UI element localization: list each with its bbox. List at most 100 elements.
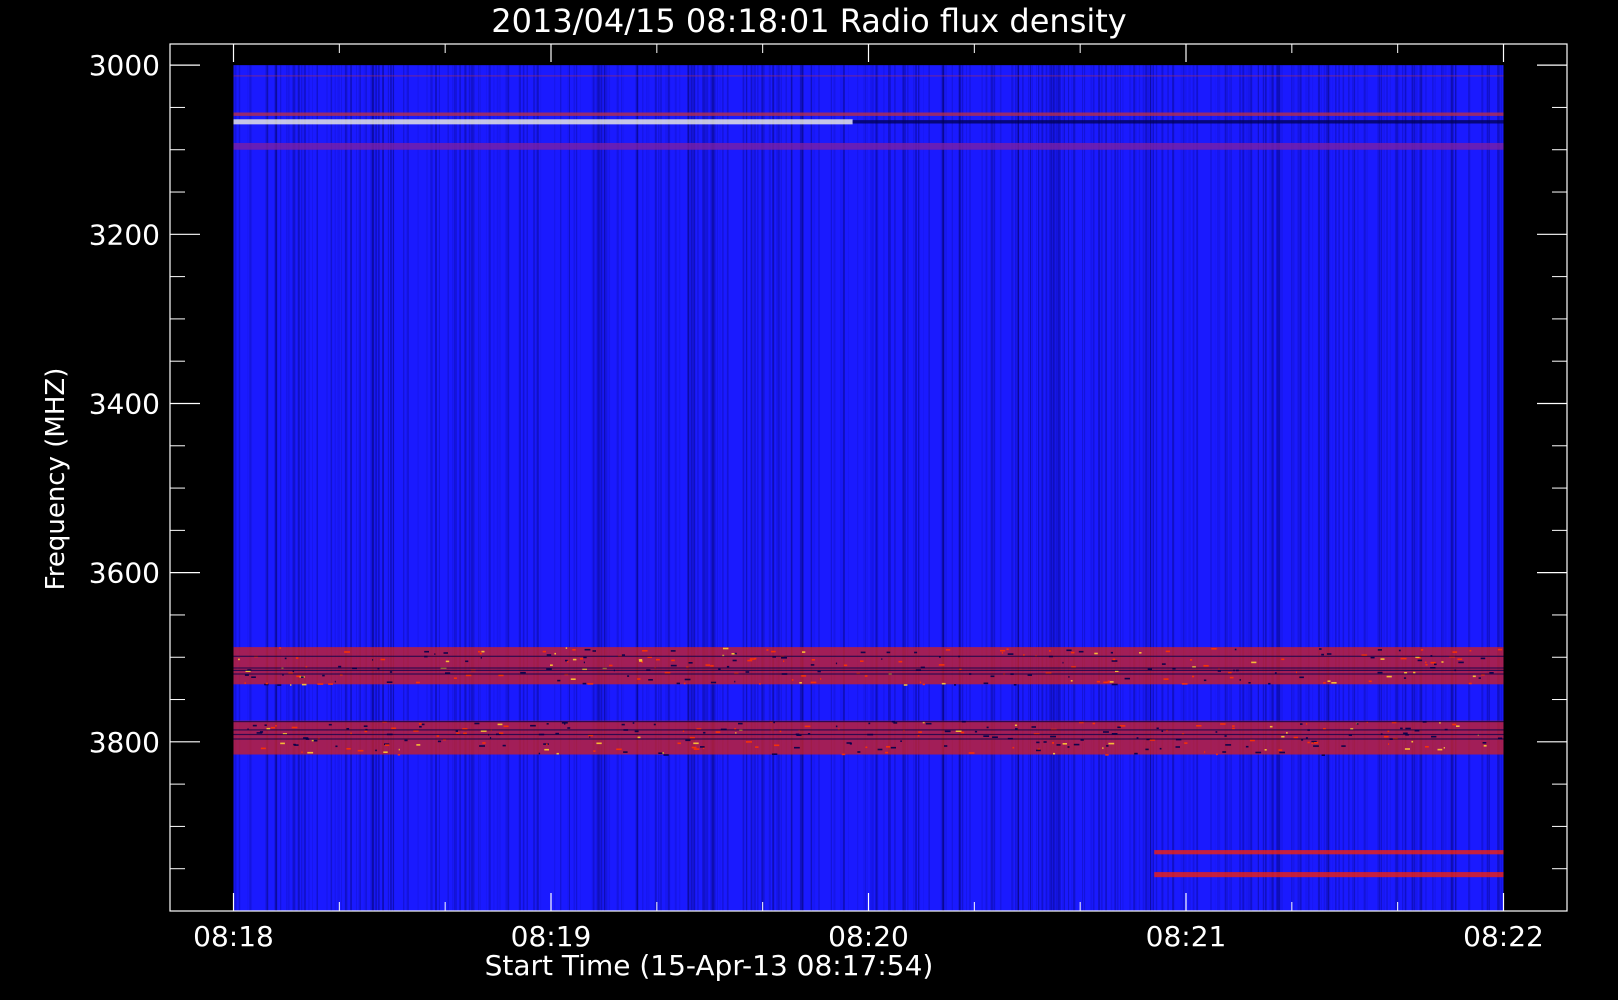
- band-speckle: [1232, 725, 1235, 727]
- time-streak: [810, 65, 812, 911]
- time-streak: [286, 65, 288, 911]
- time-streak: [710, 65, 712, 911]
- time-streak: [890, 65, 891, 911]
- band-speckle: [914, 651, 918, 654]
- time-streak: [902, 65, 904, 911]
- band-speckle: [1234, 648, 1237, 651]
- time-streak: [635, 65, 638, 911]
- time-streak: [1272, 65, 1274, 911]
- band-speckle: [1147, 668, 1152, 670]
- band-speckle: [992, 736, 998, 738]
- time-streak: [1502, 65, 1504, 911]
- band-speckle: [1497, 648, 1503, 651]
- time-streak: [790, 65, 793, 911]
- band-speckle: [1092, 722, 1096, 725]
- band-speckle: [1139, 652, 1142, 654]
- time-streak: [249, 65, 251, 911]
- band-speckle: [386, 681, 393, 683]
- band-speckle: [1377, 649, 1382, 651]
- time-streak: [554, 65, 556, 911]
- band-speckle: [954, 684, 957, 686]
- band-speckle: [1286, 732, 1288, 734]
- band-speckle: [1096, 680, 1100, 683]
- band-speckle: [502, 744, 506, 747]
- band-speckle: [416, 744, 421, 746]
- band-speckle: [364, 730, 368, 733]
- band-speckle: [1268, 682, 1271, 685]
- time-streak: [592, 65, 594, 911]
- band-speckle: [638, 659, 643, 661]
- band-speckle: [270, 726, 275, 729]
- time-streak: [1342, 65, 1345, 911]
- time-streak: [813, 65, 816, 911]
- band-speckle: [572, 658, 577, 661]
- time-streak: [294, 65, 297, 911]
- time-streak: [928, 65, 929, 911]
- band-speckle: [944, 745, 948, 747]
- time-streak: [274, 65, 277, 911]
- band-speckle: [691, 746, 697, 749]
- band-speckle: [1145, 748, 1149, 751]
- band-speckle: [1255, 751, 1262, 754]
- band-speckle: [1014, 724, 1018, 727]
- band-speckle: [317, 683, 324, 685]
- frequency-band: [233, 119, 853, 125]
- band-speckle: [1264, 749, 1267, 751]
- band-separator: [233, 738, 1504, 740]
- band-speckle: [587, 683, 594, 685]
- time-streak: [1214, 65, 1216, 911]
- band-speckle: [1225, 744, 1232, 746]
- band-speckle: [1404, 748, 1410, 750]
- time-streak: [1188, 65, 1190, 911]
- time-streak: [1101, 65, 1103, 911]
- time-streak: [605, 65, 608, 911]
- time-streak: [599, 65, 601, 911]
- band-speckle: [893, 722, 898, 724]
- time-streak: [621, 65, 623, 911]
- time-streak: [1133, 65, 1135, 911]
- band-speckle: [986, 726, 989, 729]
- band-speckle: [1062, 743, 1067, 745]
- band-speckle: [771, 753, 778, 755]
- band-speckle: [391, 727, 397, 730]
- band-speckle: [1211, 648, 1217, 650]
- band-speckle: [582, 682, 587, 685]
- band-speckle: [1425, 664, 1428, 666]
- time-streak: [1152, 65, 1154, 911]
- time-streak: [350, 65, 352, 911]
- time-streak: [1040, 65, 1043, 911]
- band-speckle: [434, 653, 436, 655]
- band-speckle: [530, 724, 536, 727]
- time-streak: [1114, 65, 1116, 911]
- band-speckle: [589, 736, 591, 738]
- band-speckle: [478, 650, 481, 653]
- band-speckle: [1249, 739, 1255, 742]
- time-streak: [687, 65, 689, 911]
- time-streak: [1031, 65, 1033, 911]
- band-speckle: [1326, 653, 1332, 655]
- time-streak: [238, 65, 240, 911]
- time-streak: [316, 65, 318, 911]
- band-speckle: [1413, 671, 1416, 674]
- time-streak: [1192, 65, 1195, 911]
- band-speckle: [344, 651, 350, 653]
- band-speckle: [1050, 735, 1056, 738]
- band-speckle: [974, 730, 978, 733]
- band-speckle: [311, 739, 314, 742]
- time-streak: [945, 65, 947, 911]
- time-streak: [1448, 65, 1450, 911]
- band-separator: [233, 655, 1504, 657]
- band-speckle: [1102, 747, 1104, 749]
- time-streak: [679, 65, 681, 911]
- time-streak: [1147, 65, 1149, 911]
- band-speckle: [1184, 742, 1188, 744]
- time-streak: [1022, 65, 1024, 911]
- band-speckle: [357, 749, 364, 752]
- band-speckle: [1165, 650, 1170, 653]
- time-streak: [376, 65, 378, 911]
- band-speckle: [264, 724, 267, 726]
- band-speckle: [1313, 742, 1319, 744]
- time-streak: [1292, 65, 1295, 911]
- time-streak: [575, 65, 578, 911]
- band-speckle: [416, 681, 420, 684]
